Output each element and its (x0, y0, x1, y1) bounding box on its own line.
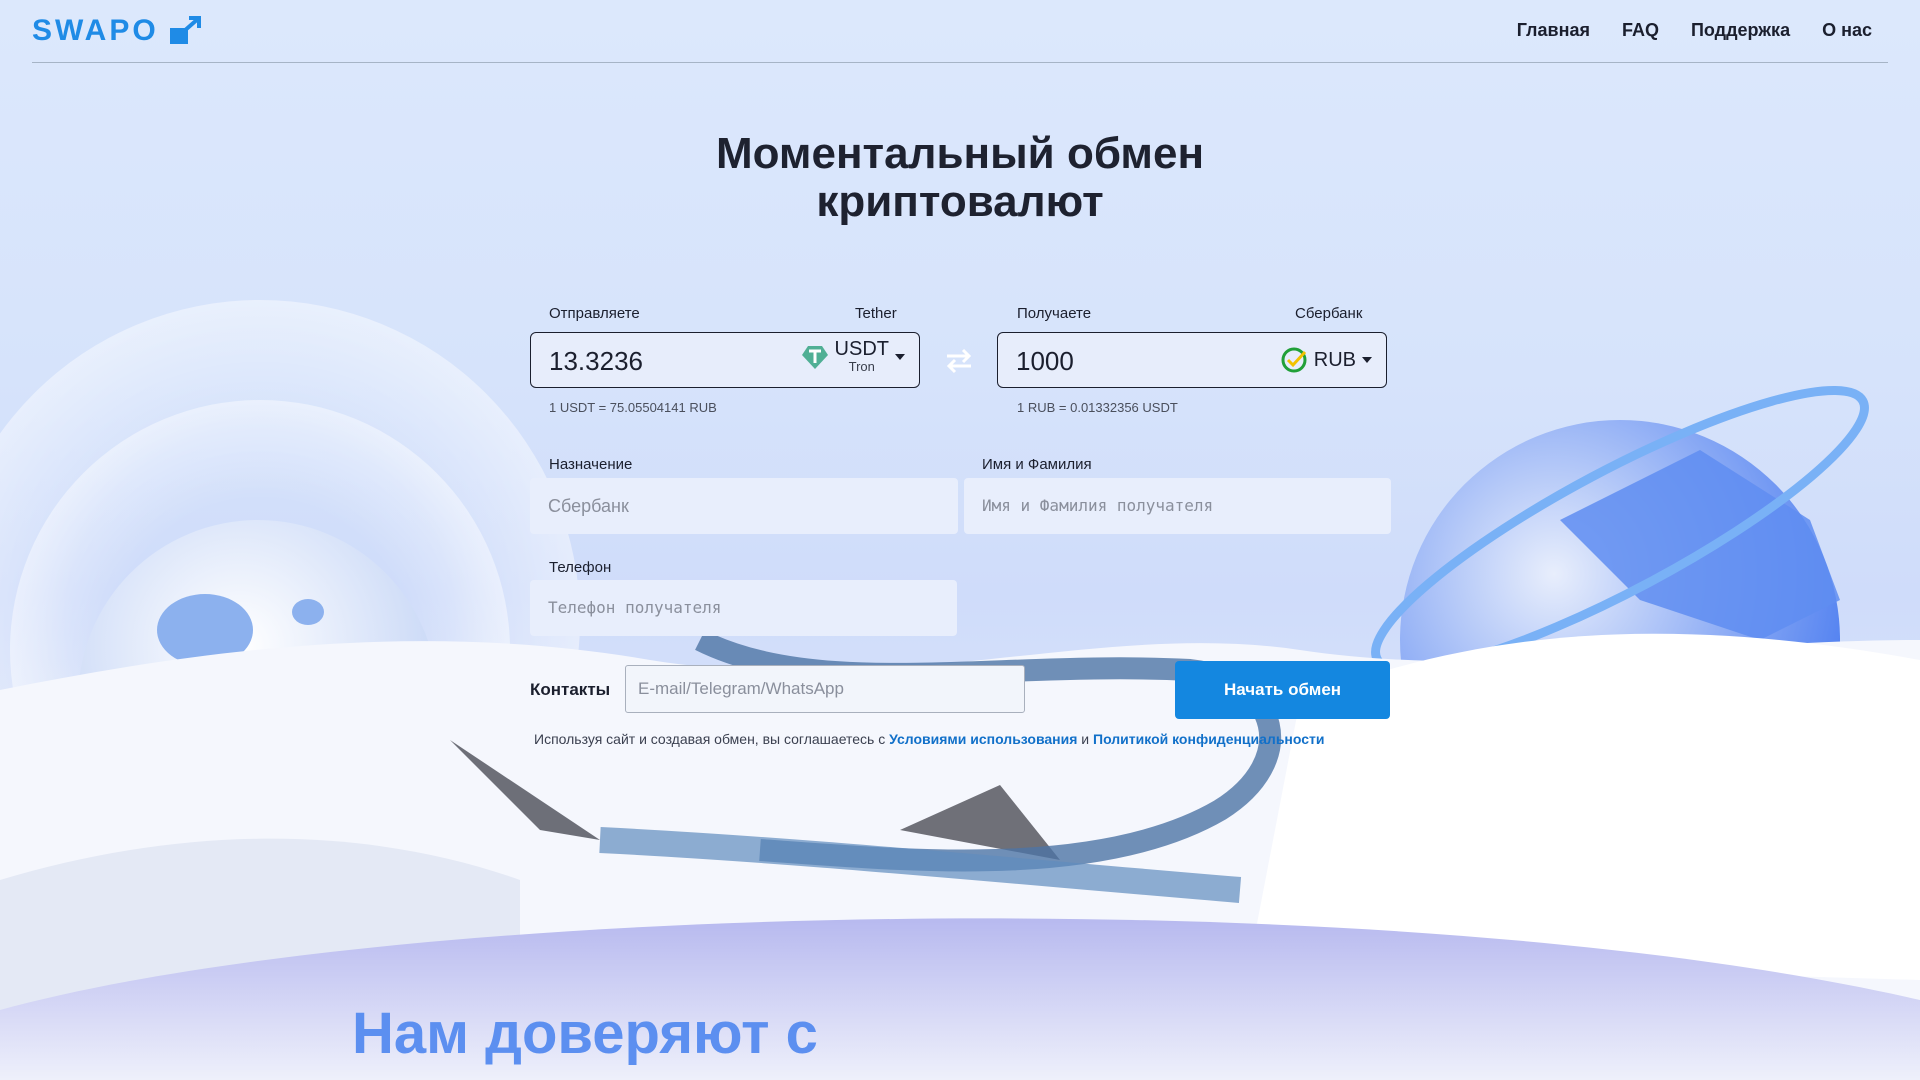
chevron-down-icon (895, 353, 905, 360)
logo[interactable]: SWAPO (32, 14, 203, 48)
nav-faq[interactable]: FAQ (1622, 20, 1659, 41)
contacts-label: Контакты (530, 680, 611, 699)
receive-currency-select[interactable]: RUB (1280, 346, 1372, 374)
nav-about[interactable]: О нас (1822, 20, 1872, 41)
send-amount-field[interactable]: 13.3236 USDT Tron (530, 332, 920, 388)
page-title: Моментальный обмен криптовалют (560, 130, 1360, 226)
send-amount-value: 13.3236 (549, 346, 643, 376)
privacy-link[interactable]: Политикой конфиденциальности (1093, 731, 1325, 747)
header-divider (32, 62, 1888, 63)
sberbank-icon (1281, 347, 1307, 373)
send-provider: Tether (855, 305, 897, 322)
receive-amount-value: 1000 (1016, 346, 1074, 376)
title-line-2: криптовалют (816, 177, 1104, 226)
legal-notice: Используя сайт и создавая обмен, вы согл… (534, 731, 1325, 747)
swap-arrows-icon[interactable] (944, 348, 974, 374)
receive-currency-code: RUB (1313, 349, 1356, 371)
chevron-down-icon (1362, 357, 1372, 363)
receive-provider: Сбербанк (1295, 305, 1363, 322)
tether-icon (801, 345, 828, 369)
nav-support[interactable]: Поддержка (1691, 20, 1790, 41)
trust-heading: Нам доверяют с (352, 1001, 818, 1066)
purpose-label: Назначение (549, 456, 633, 473)
receive-amount-field[interactable]: 1000 RUB (997, 332, 1387, 388)
name-label: Имя и Фамилия (982, 456, 1092, 473)
legal-and: и (1081, 731, 1090, 747)
terms-link[interactable]: Условиями использования (889, 731, 1077, 747)
send-currency-select[interactable]: USDT Tron (801, 339, 905, 374)
nav-home[interactable]: Главная (1517, 20, 1590, 41)
legal-prefix: Используя сайт и создавая обмен, вы согл… (534, 731, 886, 747)
logo-arrow-icon (169, 16, 201, 44)
phone-field[interactable]: Телефон получателя (530, 580, 957, 636)
send-label: Отправляете (549, 305, 640, 322)
contacts-input[interactable]: E-mail/Telegram/WhatsApp (625, 665, 1025, 713)
receive-rate: 1 RUB = 0.01332356 USDT (1017, 400, 1178, 415)
title-line-1: Моментальный обмен (715, 129, 1205, 178)
start-exchange-button[interactable]: Начать обмен (1175, 661, 1390, 719)
recipient-name-field[interactable]: Имя и Фамилия получателя (964, 478, 1391, 534)
purpose-field[interactable]: Сбербанк (530, 478, 958, 534)
send-network: Tron (848, 359, 875, 374)
receive-label: Получаете (1017, 305, 1092, 322)
send-rate: 1 USDT = 75.05504141 RUB (549, 400, 717, 415)
phone-label: Телефон (549, 559, 612, 576)
logo-text: SWAPO (32, 14, 159, 47)
send-currency-code: USDT (834, 338, 889, 360)
main-nav: Главная FAQ Поддержка О нас (1517, 20, 1872, 41)
